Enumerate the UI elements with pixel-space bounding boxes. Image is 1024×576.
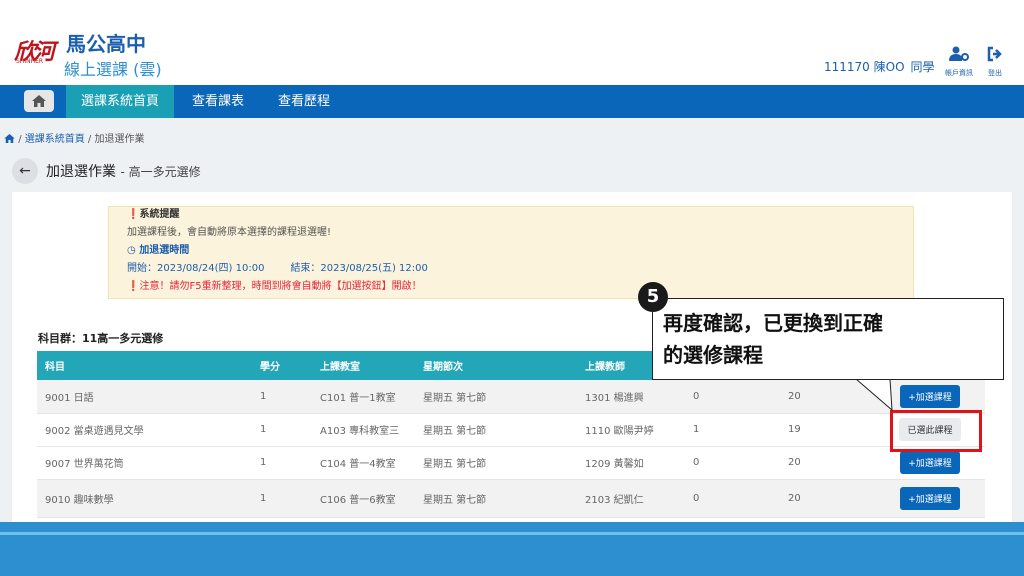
page-title-sub: - 高一多元選修 [120,165,201,179]
callout-line-2: 的選修課程 [663,343,763,367]
nav-item-course-home[interactable]: 選課系統首頁 [66,85,174,118]
nav-item-view-history[interactable]: 查看歷程 [262,85,346,118]
warning-icon: ❗ [127,281,140,292]
cell-subject: 9007 世界萬花筒 [37,446,252,480]
home-icon [32,93,46,108]
logo-subtext: SHINHER [16,58,44,65]
col-credit: 學分 [252,351,312,380]
user-info: 111170 陳OO 同學 [824,58,935,75]
notice-end: 結束：2023/08/25(五) 12:00 [290,263,428,274]
cell-room: A103 專科教室三 [312,413,415,447]
cell-teacher: 1301 楊進興 [577,380,685,414]
breadcrumb-course-home[interactable]: 選課系統首頁 [25,134,85,145]
cell-credit: 1 [252,446,312,480]
cell-remaining-count: 19 [780,413,875,447]
callout-line-1: 再度確認，已更換到正確 [663,311,883,335]
cell-period: 星期五 第七節 [415,446,577,480]
cell-action: +加選課程 [875,479,985,518]
cell-teacher: 2103 紀凱仁 [577,479,685,518]
step-number-badge: 5 [638,282,668,312]
notice-title: 系統提醒 [139,209,180,220]
notice-start: 開始：2023/08/24(四) 10:00 [127,263,265,274]
user-id-name: 111170 陳OO [824,60,905,74]
exclamation-circle-icon: ❗ [127,209,140,220]
cell-period: 星期五 第七節 [415,380,577,414]
home-button[interactable] [24,90,54,112]
cell-teacher: 1110 歐陽尹婷 [577,413,685,447]
notice-warning: 注意！請勿F5重新整理，時間到將會自動將【加選按鈕】開啟！ [139,281,422,292]
add-course-button[interactable]: +加選課程 [900,451,960,474]
arrow-left-icon: ← [19,163,31,179]
cell-subject: 9002 當桌遊遇見文學 [37,413,252,447]
cell-selected-count: 0 [685,380,780,414]
page-title: 加退選作業 - 高一多元選修 [46,161,201,181]
cell-room: C104 普一4教室 [312,446,415,480]
cell-subject: 9010 趣味數學 [37,479,252,518]
notice-time-title-row: ◷ 加退選時間 [127,241,189,256]
notice-title-row: ❗系統提醒 [127,205,179,220]
breadcrumb: / 選課系統首頁 / 加退選作業 [4,130,144,145]
cell-selected-count: 0 [685,446,780,480]
page-title-main: 加退選作業 [46,164,116,180]
cell-room: C106 普一6教室 [312,479,415,518]
school-name: 馬公高中 [66,32,146,56]
back-button[interactable]: ← [12,158,38,184]
user-gear-icon [944,46,974,66]
table-row: 9002 當桌遊遇見文學 1 A103 專科教室三 星期五 第七節 1110 歐… [37,413,985,447]
account-label: 帳戶資訊 [945,69,973,77]
cell-period: 星期五 第七節 [415,479,577,518]
cell-credit: 1 [252,479,312,518]
user-role: 同學 [910,60,935,74]
cell-credit: 1 [252,413,312,447]
breadcrumb-current: 加退選作業 [94,134,145,145]
system-notice: ❗系統提醒 加選課程後，會自動將原本選擇的課程退選喔! ◷ 加退選時間 開始：2… [108,206,914,299]
cell-action: +加選課程 [875,380,985,414]
add-course-button[interactable]: +加選課程 [900,486,960,510]
footer-bar [0,522,1024,576]
footer-accent-line [0,532,1024,535]
logout-button[interactable]: 登出 [980,46,1010,78]
logout-icon [980,46,1010,66]
cell-credit: 1 [252,380,312,414]
table-row: 9010 趣味數學 1 C106 普一6教室 星期五 第七節 2103 紀凱仁 … [37,479,985,518]
selected-course-highlight [890,410,982,452]
cell-room: C101 普一1教室 [312,380,415,414]
col-period: 星期節次 [415,351,577,380]
logout-label: 登出 [988,69,1002,77]
cell-subject: 9001 日語 [37,380,252,414]
cell-remaining-count: 20 [780,479,875,518]
cell-teacher: 1209 黃馨如 [577,446,685,480]
subject-group-label: 科目群：11高一多元選修 [38,332,164,345]
col-subject: 科目 [37,351,252,380]
breadcrumb-home-icon[interactable] [4,134,18,145]
notice-warning-row: ❗注意！請勿F5重新整理，時間到將會自動將【加選按鈕】開啟！ [127,277,422,292]
account-info-button[interactable]: 帳戶資訊 [944,46,974,78]
notice-time-title: 加退選時間 [139,245,190,256]
table-row: 9001 日語 1 C101 普一1教室 星期五 第七節 1301 楊進興 0 … [37,380,985,414]
clock-icon: ◷ [127,245,136,256]
col-room: 上課教室 [312,351,415,380]
nav-item-view-schedule[interactable]: 查看課表 [176,85,260,118]
cell-period: 星期五 第七節 [415,413,577,447]
company-logo: 欣河 SHINHER [14,34,60,68]
add-course-button[interactable]: +加選課程 [900,384,960,408]
system-name: 線上選課 (雲) [64,60,162,79]
cell-remaining-count: 20 [780,446,875,480]
notice-time-row: 開始：2023/08/24(四) 10:00 結束：2023/08/25(五) 1… [127,259,428,274]
table-row: 9007 世界萬花筒 1 C104 普一4教室 星期五 第七節 1209 黃馨如… [37,446,985,480]
callout-box: 再度確認，已更換到正確 的選修課程 [652,298,1004,380]
cell-selected-count: 0 [685,479,780,518]
notice-line-1: 加選課程後，會自動將原本選擇的課程退選喔! [127,227,332,238]
cell-selected-count: 1 [685,413,780,447]
cell-remaining-count: 20 [780,380,875,414]
